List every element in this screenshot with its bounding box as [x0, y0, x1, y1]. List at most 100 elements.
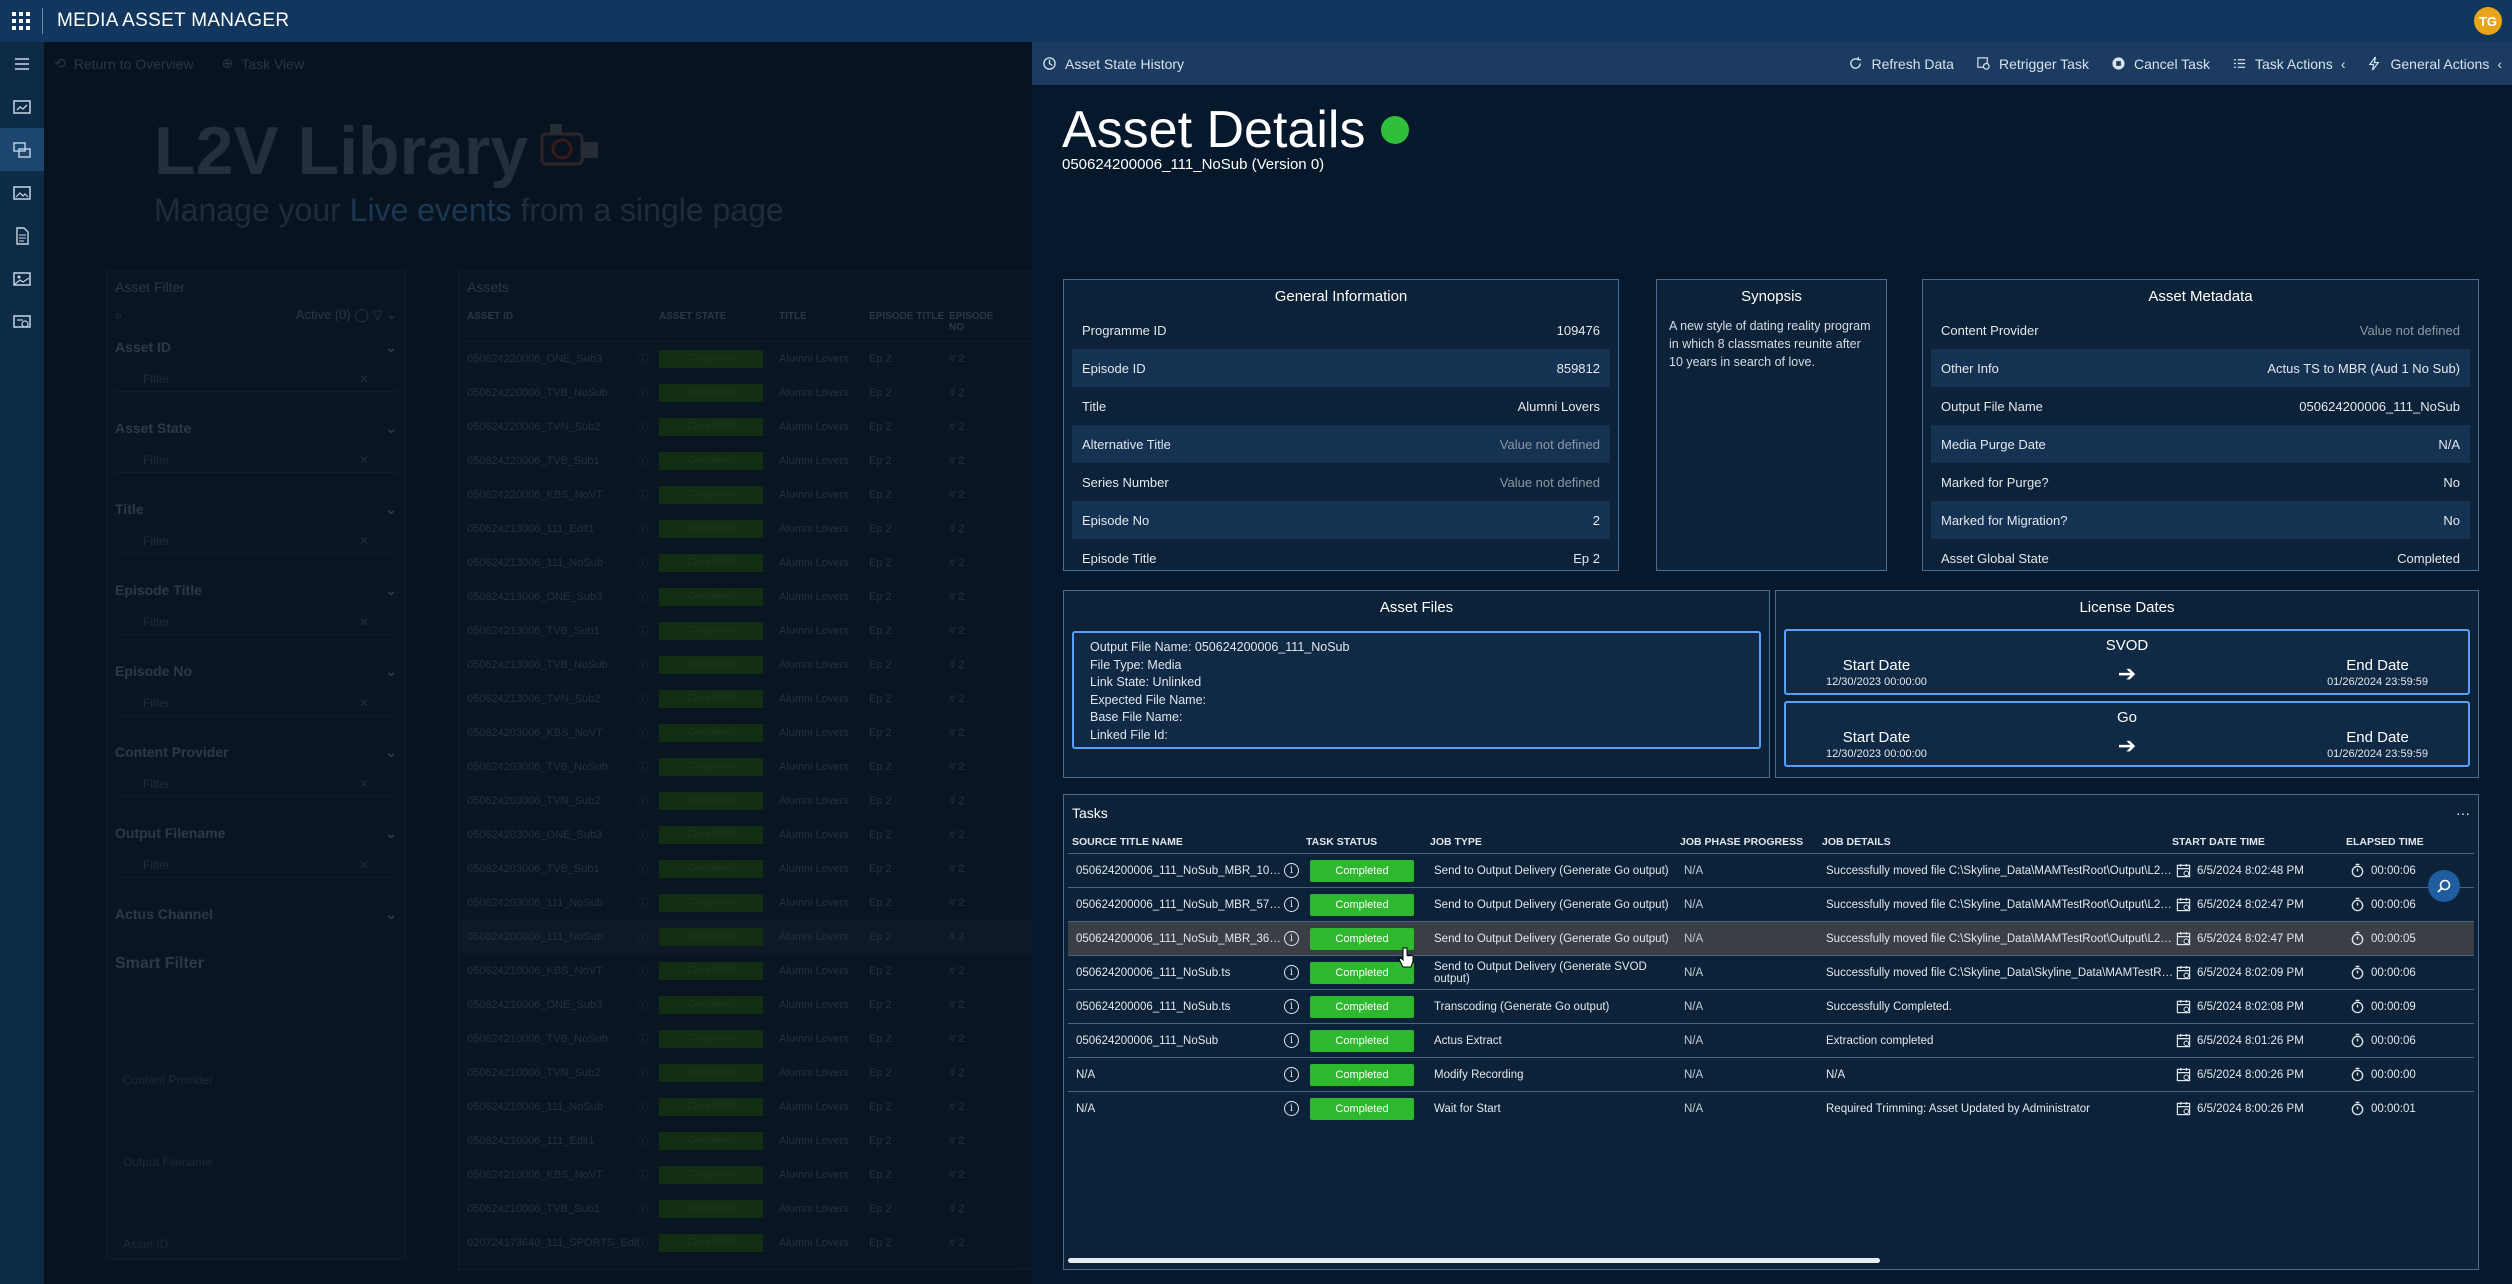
license-name: SVOD — [2105, 637, 2149, 654]
document-icon[interactable] — [0, 214, 44, 257]
lightning-icon — [2369, 56, 2380, 71]
refresh-data-button[interactable]: Refresh Data — [1848, 56, 1954, 72]
col-task-status[interactable]: TASK STATUS — [1306, 836, 1430, 848]
menu-icon[interactable] — [0, 42, 44, 85]
stopwatch-icon — [2351, 863, 2364, 878]
tasks-table-body: 050624200006_111_NoSub_MBR_1080p... i Co… — [1064, 853, 2478, 1125]
col-job-phase-progress[interactable]: JOB PHASE PROGRESS — [1680, 836, 1822, 848]
cancel-task-button[interactable]: Cancel Task — [2111, 56, 2210, 72]
task-elapsed-time: 00:00:06 — [2371, 898, 2416, 911]
general-information-card: General Information Programme ID 109476 … — [1063, 279, 1619, 571]
task-job-type: Transcoding (Generate Go output) — [1434, 1000, 1610, 1013]
license-go[interactable]: Go Start Date 12/30/2023 00:00:00 ➔ End D… — [1784, 701, 2470, 767]
stopwatch-icon — [2351, 931, 2364, 946]
task-row[interactable]: N/A i Completed Wait for Start N/A Requi… — [1068, 1091, 2474, 1125]
chevron-left-icon: ‹ — [2340, 55, 2346, 72]
retrigger-task-button[interactable]: Retrigger Task — [1976, 56, 2089, 72]
info-icon[interactable]: i — [1284, 1067, 1299, 1082]
calendar-icon — [2176, 1033, 2191, 1048]
task-job-type: Modify Recording — [1434, 1068, 1524, 1081]
task-start-time: 6/5/2024 8:02:09 PM — [2197, 966, 2304, 979]
info-value: Value not defined — [2359, 322, 2460, 338]
task-elapsed-time: 00:00:06 — [2371, 966, 2416, 979]
asset-file-item[interactable]: Output File Name: 050624200006_111_NoSub… — [1072, 631, 1761, 749]
info-key: Asset Global State — [1941, 550, 2049, 566]
info-value: No — [2443, 512, 2460, 528]
col-job-details[interactable]: JOB DETAILS — [1822, 836, 2172, 848]
info-value: No — [2443, 474, 2460, 490]
user-avatar[interactable]: TG — [2474, 7, 2502, 35]
start-date-value: 12/30/2023 00:00:00 — [1826, 676, 1927, 688]
col-start-date-time[interactable]: START DATE TIME — [2172, 836, 2346, 848]
task-actions-menu[interactable]: Task Actions ‹ — [2232, 55, 2346, 72]
task-elapsed-time: 00:00:06 — [2371, 1034, 2416, 1047]
task-row[interactable]: N/A i Completed Modify Recording N/A N/A… — [1068, 1057, 2474, 1091]
info-icon[interactable]: i — [1284, 931, 1299, 946]
task-start-time: 6/5/2024 8:02:48 PM — [2197, 864, 2304, 877]
info-icon[interactable]: i — [1284, 863, 1299, 878]
end-date-label: End Date — [2346, 657, 2409, 674]
task-job-type: Send to Output Delivery (Generate Go out… — [1434, 932, 1669, 945]
license-svod[interactable]: SVOD Start Date 12/30/2023 00:00:00 ➔ End… — [1784, 629, 2470, 695]
asset-file-line: Link State: Unlinked — [1090, 675, 1202, 689]
library-icon[interactable] — [0, 128, 44, 171]
start-date-value: 12/30/2023 00:00:00 — [1826, 748, 1927, 760]
info-value: Value not defined — [1499, 474, 1600, 490]
task-job-details: Successfully Completed. — [1826, 1000, 1952, 1013]
arrow-right-icon: ➔ — [2117, 733, 2137, 758]
license-name: Go — [2116, 709, 2137, 726]
task-job-details: Successfully moved file C:\Skyline_Data\… — [1826, 864, 2176, 877]
dashboard-icon[interactable] — [0, 85, 44, 128]
info-key: Content Provider — [1941, 322, 2039, 338]
task-start-time: 6/5/2024 8:00:26 PM — [2197, 1102, 2304, 1115]
task-elapsed-time: 00:00:00 — [2371, 1068, 2416, 1081]
asset-state-history-button[interactable]: Asset State History — [1042, 56, 1184, 72]
task-row[interactable]: 050624200006_111_NoSub.ts i Completed Se… — [1068, 955, 2474, 989]
info-row: Episode Title Ep 2 — [1072, 539, 1610, 577]
task-row[interactable]: 050624200006_111_NoSub i Completed Actus… — [1068, 1023, 2474, 1057]
info-row: Asset Global State Completed — [1931, 539, 2470, 577]
search-fab-button[interactable] — [2428, 870, 2460, 902]
task-source-title: 050624200006_111_NoSub.ts — [1076, 1000, 1231, 1013]
more-options-icon[interactable]: ··· — [2456, 805, 2470, 821]
task-start-time: 6/5/2024 8:02:47 PM — [2197, 898, 2304, 911]
col-job-type[interactable]: JOB TYPE — [1430, 836, 1680, 848]
start-date-label: Start Date — [1842, 657, 1911, 674]
col-source-title[interactable]: SOURCE TITLE NAME — [1072, 836, 1280, 848]
task-row[interactable]: 050624200006_111_NoSub_MBR_576p... i Com… — [1068, 887, 2474, 921]
info-value: 2 — [1592, 512, 1600, 528]
asset-file-line: Linked File Id: — [1090, 727, 1168, 742]
media-icon[interactable] — [0, 171, 44, 214]
app-launcher-icon[interactable] — [0, 0, 42, 42]
modal-backdrop[interactable] — [44, 42, 1032, 1284]
synopsis-header: Synopsis — [1741, 288, 1802, 305]
left-nav-rail — [0, 42, 44, 1284]
info-value: 109476 — [1556, 322, 1600, 338]
task-row[interactable]: 050624200006_111_NoSub.ts i Completed Tr… — [1068, 989, 2474, 1023]
info-icon[interactable]: i — [1284, 897, 1299, 912]
task-elapsed-time: 00:00:09 — [2371, 1000, 2416, 1013]
info-icon[interactable]: i — [1284, 999, 1299, 1014]
horizontal-scrollbar[interactable] — [1068, 1258, 1880, 1263]
end-date-label: End Date — [2346, 729, 2409, 746]
end-date-value: 01/26/2024 23:59:59 — [2327, 748, 2428, 760]
image-icon[interactable] — [0, 257, 44, 300]
info-row: Episode No 2 — [1072, 501, 1610, 539]
info-key: Programme ID — [1082, 322, 1167, 338]
info-row: Alternative Title Value not defined — [1072, 425, 1610, 463]
task-job-type: Actus Extract — [1434, 1034, 1502, 1047]
task-elapsed-time: 00:00:06 — [2371, 864, 2416, 877]
settings-screen-icon[interactable] — [0, 300, 44, 343]
col-elapsed-time[interactable]: ELAPSED TIME — [2346, 836, 2446, 848]
info-icon[interactable]: i — [1284, 965, 1299, 980]
info-icon[interactable]: i — [1284, 1101, 1299, 1116]
task-row[interactable]: 050624200006_111_NoSub_MBR_1080p... i Co… — [1068, 853, 2474, 887]
asset-details-panel: Asset State History Refresh Data Retrigg… — [1032, 42, 2512, 1284]
info-icon[interactable]: i — [1284, 1033, 1299, 1048]
asset-file-line: Expected File Name: — [1090, 692, 1207, 707]
task-job-progress: N/A — [1684, 966, 1704, 979]
search-icon — [2437, 879, 2451, 893]
task-row[interactable]: 050624200006_111_NoSub_MBR_360p... i Com… — [1068, 921, 2474, 955]
general-actions-menu[interactable]: General Actions ‹ — [2367, 56, 2502, 72]
info-value: N/A — [2438, 436, 2460, 452]
